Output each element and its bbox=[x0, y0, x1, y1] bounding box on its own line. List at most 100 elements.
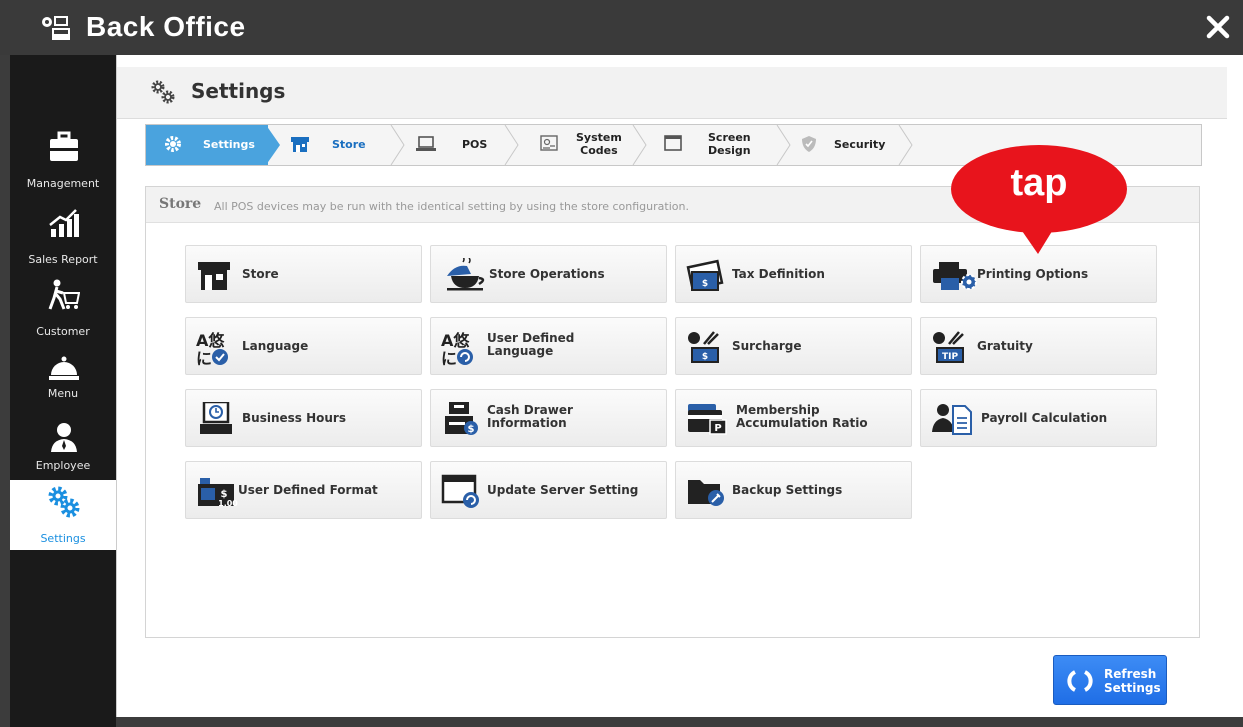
cash-drawer-information-button[interactable]: $ Cash Drawer Information bbox=[430, 389, 667, 447]
laptop-icon bbox=[416, 136, 436, 151]
tile-label: Membership Accumulation Ratio bbox=[736, 404, 868, 430]
printer-gear-icon bbox=[933, 262, 977, 290]
cash-drawer-icon: $ bbox=[445, 402, 478, 435]
panel-description: All POS devices may be run with the iden… bbox=[214, 200, 689, 213]
window-title: Back Office bbox=[86, 11, 246, 42]
svg-text:P: P bbox=[714, 423, 721, 434]
format-money-icon: $ 1.00 bbox=[198, 478, 238, 508]
svg-text:$: $ bbox=[468, 424, 475, 435]
tax-money-icon: $ bbox=[686, 259, 724, 291]
gratuity-button[interactable]: TIP Gratuity bbox=[920, 317, 1157, 375]
tile-label: Update Server Setting bbox=[487, 483, 639, 497]
gears-icon bbox=[48, 486, 80, 518]
shopping-customer-icon bbox=[48, 279, 80, 310]
crumb-arrow bbox=[776, 125, 791, 165]
tip-icon: TIP bbox=[933, 331, 964, 363]
svg-text:A悠: A悠 bbox=[196, 331, 225, 350]
tile-label-line1: User Defined bbox=[487, 331, 575, 345]
tile-label: User Defined Language bbox=[487, 332, 574, 358]
tab-store[interactable]: Store bbox=[288, 125, 388, 165]
language-refresh-icon: A悠 に bbox=[441, 331, 473, 366]
tile-label: Payroll Calculation bbox=[981, 411, 1108, 425]
tab-security[interactable]: Security bbox=[796, 125, 904, 165]
sidebar-item-label: Sales Report bbox=[28, 253, 98, 266]
sidebar-item-customer[interactable]: Customer bbox=[10, 273, 116, 345]
crumb-arrow bbox=[266, 125, 280, 165]
tile-label: User Defined Format bbox=[238, 483, 378, 497]
sidebar-item-management[interactable]: Management bbox=[10, 125, 116, 197]
tile-label: Tax Definition bbox=[732, 267, 825, 281]
membership-accumulation-ratio-button[interactable]: P Membership Accumulation Ratio bbox=[675, 389, 912, 447]
sidebar-item-settings[interactable]: Settings bbox=[10, 480, 116, 550]
tile-label-line1: Cash Drawer bbox=[487, 403, 573, 417]
callout-text: tap bbox=[1010, 162, 1068, 204]
refresh-icon bbox=[1067, 670, 1093, 692]
crumb-label: Settings bbox=[203, 138, 255, 151]
business-hours-button[interactable]: Business Hours bbox=[185, 389, 422, 447]
crumb-arrow bbox=[390, 125, 405, 165]
store-icon bbox=[291, 137, 309, 152]
user-defined-language-button[interactable]: A悠 に User Defined Language bbox=[430, 317, 667, 375]
title-bar: Back Office bbox=[0, 0, 1243, 55]
sidebar-item-label: Employee bbox=[35, 459, 91, 472]
svg-text:TIP: TIP bbox=[942, 352, 958, 362]
tile-label: Surcharge bbox=[732, 339, 802, 353]
briefcase-icon bbox=[50, 131, 78, 161]
employee-icon bbox=[51, 423, 77, 452]
tile-label-line2: Language bbox=[487, 344, 554, 358]
chart-icon bbox=[49, 209, 79, 237]
svg-text:$: $ bbox=[702, 352, 708, 362]
shield-icon bbox=[802, 136, 816, 152]
crumb-label-line1: Screen bbox=[708, 131, 751, 144]
crumb-arrow bbox=[898, 125, 913, 165]
pos-terminal-icon bbox=[42, 16, 70, 40]
tile-label: Language bbox=[242, 339, 309, 353]
backup-settings-button[interactable]: Backup Settings bbox=[675, 461, 912, 519]
crumb-label: Screen Design bbox=[708, 131, 751, 157]
page-header: Settings bbox=[117, 67, 1227, 119]
update-window-icon bbox=[441, 474, 479, 508]
crumb-label: Store bbox=[332, 138, 366, 151]
gear-icon bbox=[165, 136, 181, 152]
tap-callout: tap bbox=[950, 134, 1128, 254]
language-button[interactable]: A悠 に Language bbox=[185, 317, 422, 375]
refresh-settings-button[interactable]: Refresh Settings bbox=[1053, 655, 1167, 705]
svg-text:$: $ bbox=[702, 279, 708, 289]
tile-label: Printing Options bbox=[977, 267, 1089, 281]
tile-label: Backup Settings bbox=[732, 483, 843, 497]
crumb-label: POS bbox=[462, 138, 488, 151]
window-icon bbox=[664, 135, 682, 151]
tab-settings[interactable]: Settings bbox=[146, 125, 268, 165]
payroll-calculation-button[interactable]: Payroll Calculation bbox=[920, 389, 1157, 447]
store-icon bbox=[198, 262, 230, 290]
svg-text:に: に bbox=[196, 349, 212, 366]
refresh-label-line1: Refresh bbox=[1104, 667, 1157, 681]
sidebar-item-employee[interactable]: Employee bbox=[10, 415, 116, 487]
crumb-arrow bbox=[504, 125, 519, 165]
tab-system-codes[interactable]: System Codes bbox=[522, 125, 642, 165]
tile-label: Business Hours bbox=[242, 411, 346, 425]
sidebar-item-sales-report[interactable]: Sales Report bbox=[10, 201, 116, 273]
backup-folder-icon bbox=[688, 480, 724, 506]
tile-label-line2: Information bbox=[487, 416, 567, 430]
refresh-label: Refresh Settings bbox=[1104, 667, 1161, 695]
crumb-label-line2: Codes bbox=[580, 144, 618, 157]
tile-label: Gratuity bbox=[977, 339, 1033, 353]
sidebar-item-menu[interactable]: Menu bbox=[10, 345, 116, 417]
crumb-label: System Codes bbox=[576, 131, 622, 157]
tile-label: Cash Drawer Information bbox=[487, 404, 573, 430]
store-operations-button[interactable]: Store Operations bbox=[430, 245, 667, 303]
surcharge-money-icon: $ bbox=[688, 331, 719, 363]
surcharge-button[interactable]: $ Surcharge bbox=[675, 317, 912, 375]
store-button[interactable]: Store bbox=[185, 245, 422, 303]
svg-text:A悠: A悠 bbox=[441, 331, 470, 350]
tab-screen-design[interactable]: Screen Design bbox=[652, 125, 772, 165]
sidebar-item-label: Menu bbox=[47, 387, 79, 400]
user-defined-format-button[interactable]: $ 1.00 User Defined Format bbox=[185, 461, 422, 519]
update-server-setting-button[interactable]: Update Server Setting bbox=[430, 461, 667, 519]
close-icon[interactable] bbox=[1203, 12, 1233, 42]
tax-definition-button[interactable]: $ Tax Definition bbox=[675, 245, 912, 303]
crumb-arrow bbox=[632, 125, 647, 165]
membership-card-icon: P bbox=[688, 404, 727, 435]
cloche-icon bbox=[49, 356, 79, 380]
